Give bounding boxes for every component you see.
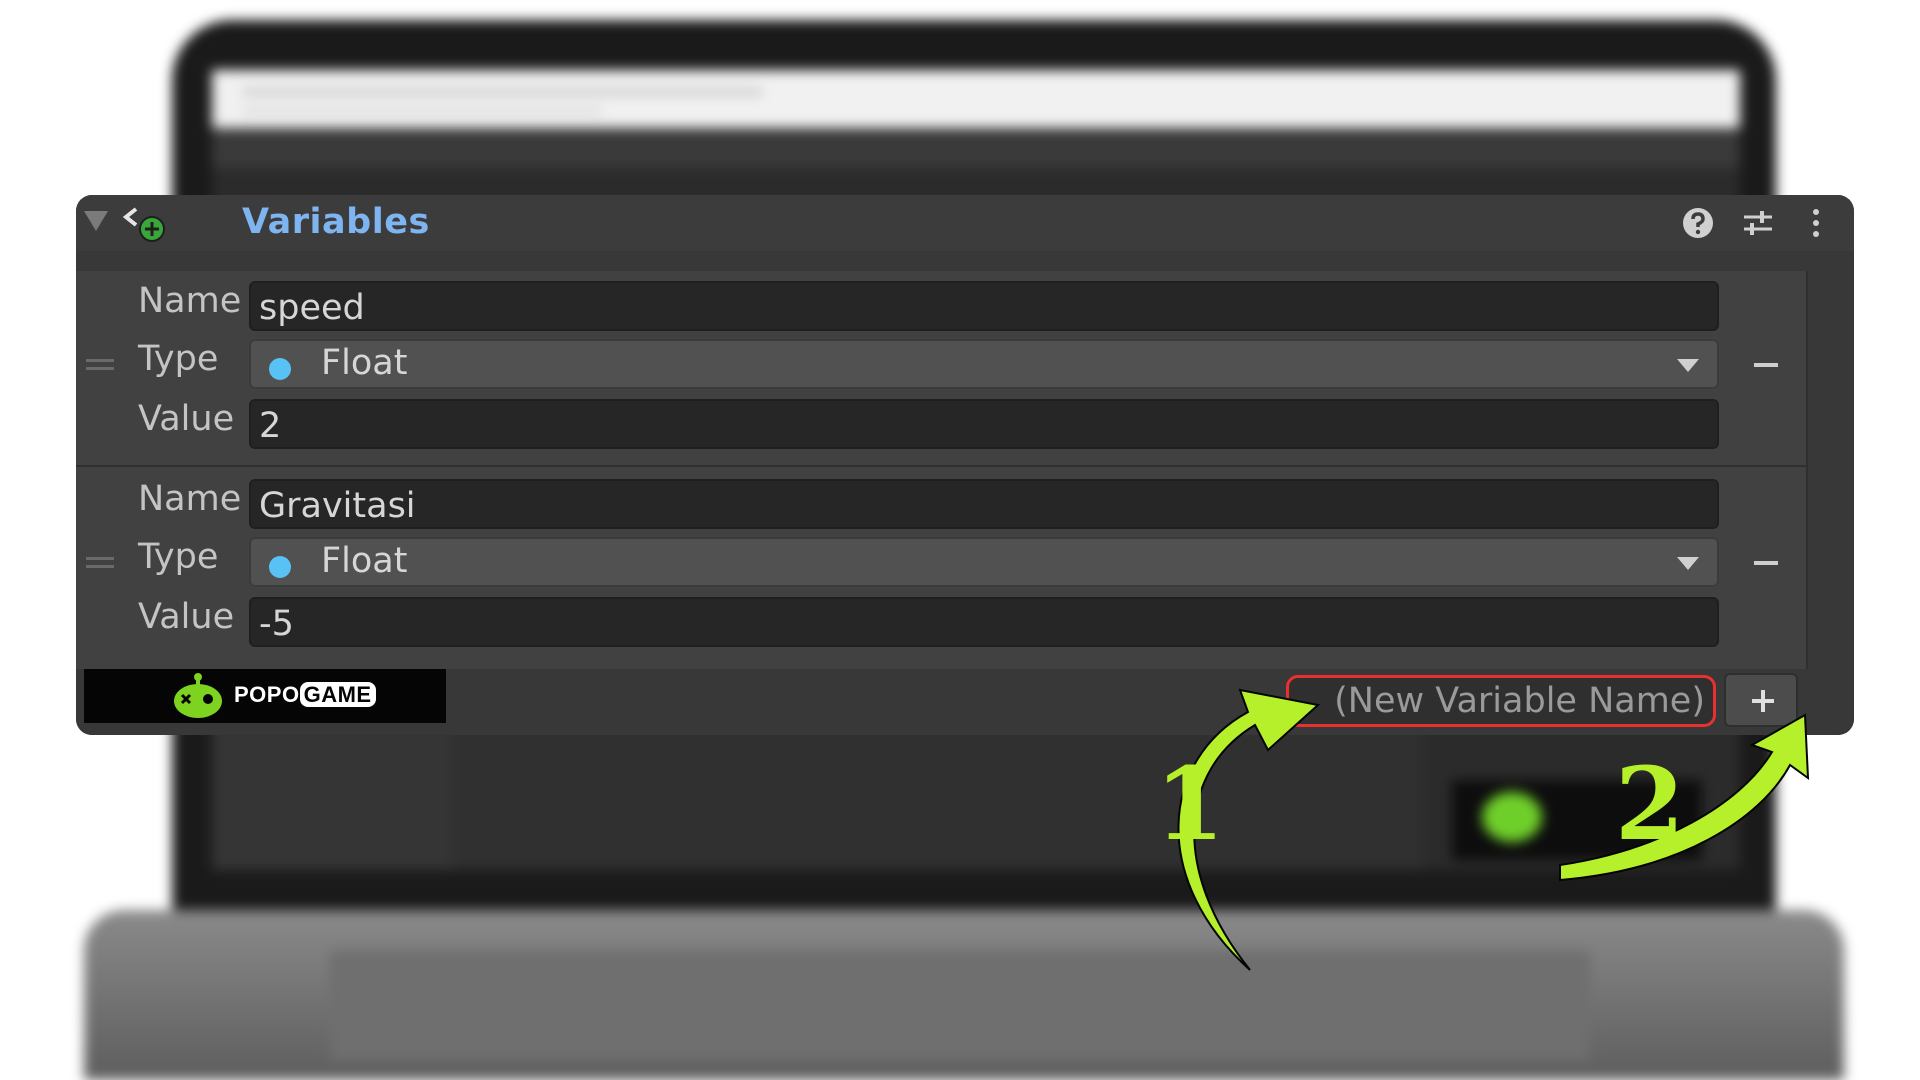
float-type-dot-icon: [269, 556, 291, 578]
blurred-logo-icon: [1482, 792, 1542, 842]
value-field[interactable]: 2: [249, 399, 1719, 449]
type-label: Type: [138, 339, 219, 379]
variables-panel: Variables Name speed Type Float Value 2 …: [76, 195, 1854, 735]
step-number-2: 2: [1615, 745, 1685, 863]
type-dropdown[interactable]: Float: [249, 339, 1719, 389]
more-vertical-icon[interactable]: [1798, 205, 1834, 241]
titlebar-text-blur: [242, 88, 762, 96]
popogame-watermark: POPO GAME: [84, 669, 446, 723]
variables-list: Name speed Type Float Value 2 Name Gravi…: [76, 271, 1808, 735]
value-label: Value: [138, 399, 235, 439]
variables-icon: [122, 207, 165, 242]
laptop-keyboard: [330, 950, 1590, 1060]
value-field[interactable]: -5: [249, 597, 1719, 647]
new-variable-name-input[interactable]: (New Variable Name): [1286, 675, 1716, 727]
float-type-dot-icon: [269, 358, 291, 380]
name-label: Name: [138, 281, 242, 321]
step-number-1: 1: [1155, 745, 1225, 863]
variable-entry: Name Gravitasi Type Float Value -5: [76, 469, 1806, 665]
popogame-logo-icon: [174, 673, 222, 718]
panel-title: Variables: [242, 202, 430, 242]
type-value: Float: [321, 343, 408, 383]
type-label: Type: [138, 537, 219, 577]
watermark-text: POPO GAME: [234, 682, 376, 708]
watermark-game: GAME: [299, 682, 376, 707]
editor-toolbar: [212, 128, 1740, 168]
add-variable-button[interactable]: [1724, 673, 1798, 727]
name-field[interactable]: speed: [249, 281, 1719, 331]
chevron-down-icon: [1677, 359, 1699, 372]
value-label: Value: [138, 597, 235, 637]
drag-handle-icon[interactable]: [86, 557, 114, 569]
name-field[interactable]: Gravitasi: [249, 479, 1719, 529]
editor-titlebar: [212, 70, 1740, 128]
variable-entry: Name speed Type Float Value 2: [76, 271, 1806, 467]
drag-handle-icon[interactable]: [86, 359, 114, 371]
editor-hierarchy-panel: [212, 720, 452, 870]
type-value: Float: [321, 541, 408, 581]
entry-divider: [76, 465, 1806, 467]
menubar-text-blur: [242, 108, 602, 114]
type-dropdown[interactable]: Float: [249, 537, 1719, 587]
editor-project-panel: [452, 720, 1422, 870]
foldout-arrow-icon[interactable]: [84, 211, 108, 231]
watermark-popo: POPO: [234, 682, 300, 707]
panel-header: Variables: [76, 195, 1854, 251]
settings-sliders-icon[interactable]: [1740, 205, 1776, 241]
remove-variable-button[interactable]: [1746, 350, 1788, 380]
name-label: Name: [138, 479, 242, 519]
remove-variable-button[interactable]: [1746, 548, 1788, 578]
help-icon[interactable]: [1680, 205, 1716, 241]
chevron-down-icon: [1677, 557, 1699, 570]
